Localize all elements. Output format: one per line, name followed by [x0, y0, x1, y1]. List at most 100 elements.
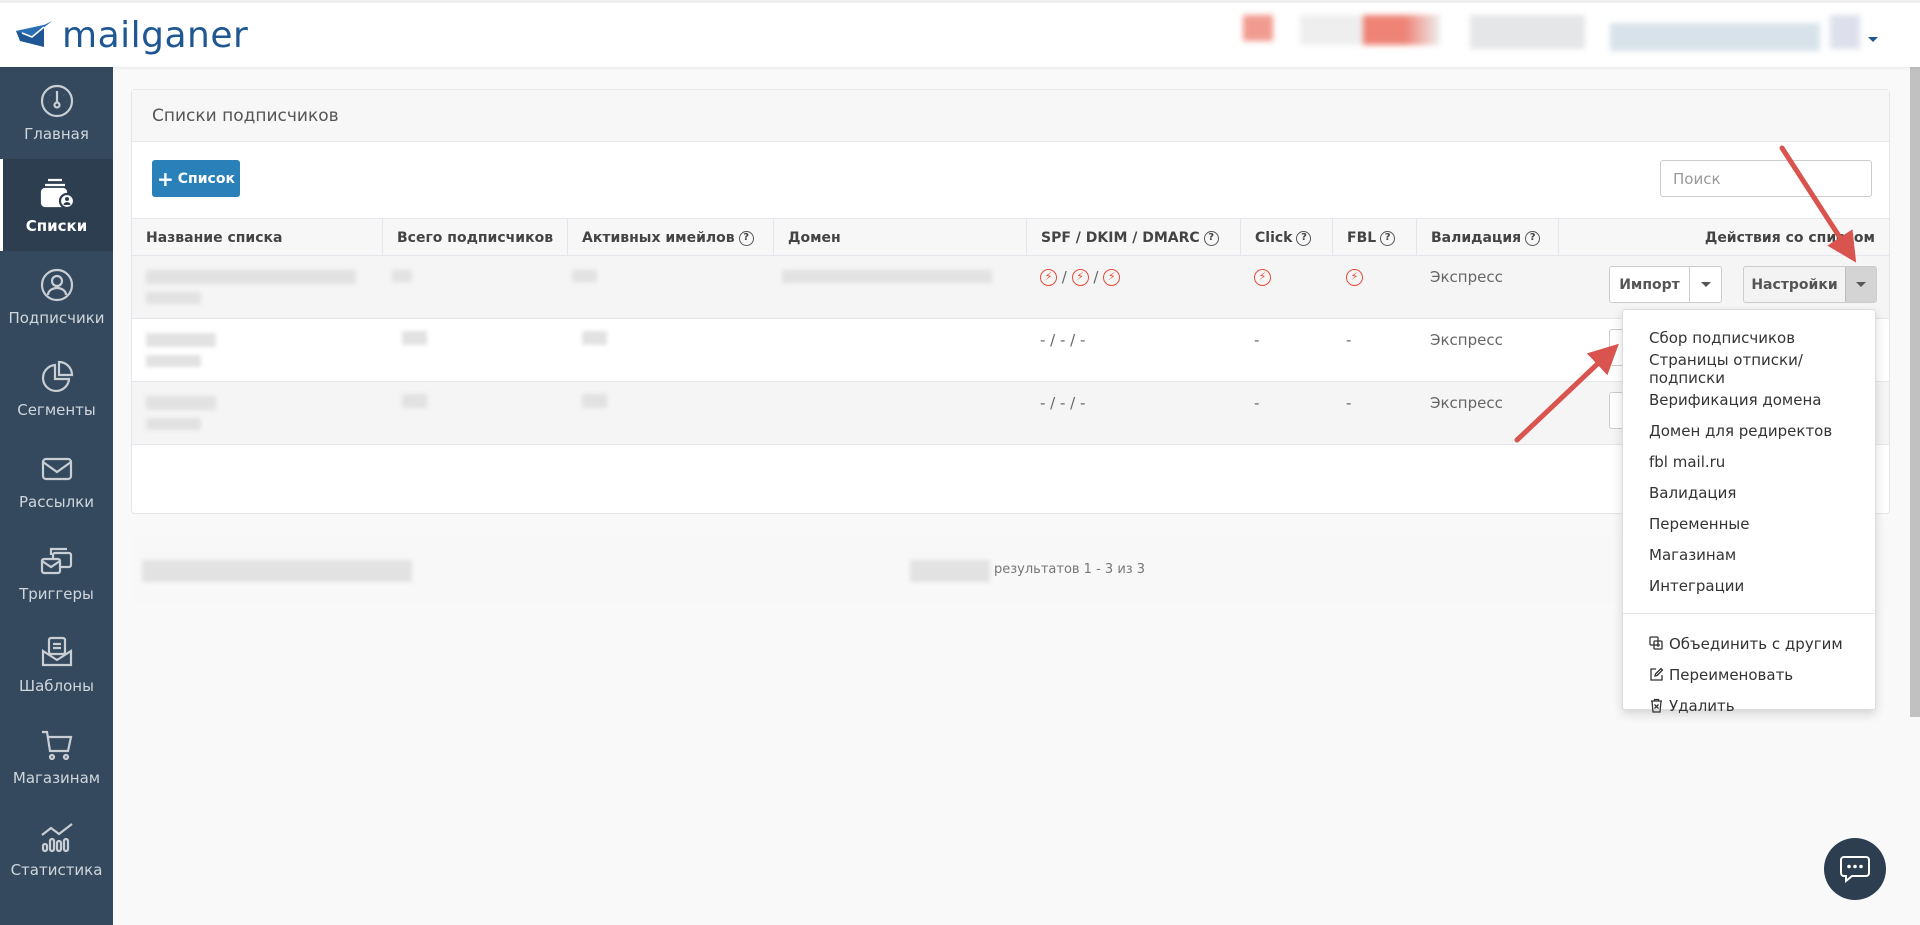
redacted-list-name [146, 355, 201, 367]
import-button[interactable]: Импорт [1610, 267, 1690, 302]
user-menu-caret-icon[interactable] [1868, 37, 1878, 42]
redacted-active [582, 394, 607, 408]
menu-item-delete[interactable]: Удалить [1623, 690, 1875, 721]
redacted-total [402, 331, 427, 345]
menu-item-unsubscribe-pages[interactable]: Страницы отписки/подписки [1623, 351, 1875, 387]
merge-icon [1649, 636, 1663, 650]
validation-value: Экспресс [1430, 331, 1503, 349]
redacted-list-name [146, 292, 201, 304]
redacted-list-name[interactable] [146, 270, 356, 284]
redacted-list-name[interactable] [146, 396, 216, 410]
sidebar-item-subscribers[interactable]: Подписчики [0, 251, 113, 343]
import-dropdown-toggle[interactable] [1690, 267, 1721, 302]
menu-item-redirect-domain[interactable]: Домен для редиректов [1623, 415, 1875, 446]
redacted-avatar[interactable] [1830, 15, 1860, 49]
chat-bubble-icon [1840, 856, 1870, 883]
redacted-pagination-prefix [910, 560, 990, 582]
menu-item-fbl-mailru[interactable]: fbl mail.ru [1623, 446, 1875, 477]
menu-item-subscriber-collection[interactable]: Сбор подписчиков [1623, 322, 1875, 353]
menu-item-variables[interactable]: Переменные [1623, 508, 1875, 539]
column-header-validation[interactable]: Валидация? [1417, 219, 1559, 257]
error-bolt-icon: ⚡ [1103, 269, 1121, 286]
plus-icon: + [157, 166, 174, 191]
settings-dropdown-menu: Сбор подписчиков Страницы отписки/подпис… [1622, 309, 1876, 715]
error-bolt-icon: ⚡ [1040, 269, 1057, 286]
column-header-actions: Действия со списком [1704, 230, 1875, 246]
menu-divider [1623, 613, 1875, 614]
template-icon [41, 636, 72, 667]
error-bolt-icon: ⚡ [1346, 269, 1363, 286]
click-status: - [1254, 331, 1260, 349]
menu-item-integrations[interactable]: Интеграции [1623, 570, 1875, 601]
help-icon[interactable]: ? [738, 230, 754, 246]
pagination-info: результатов 1 - 3 из 3 [994, 562, 1146, 577]
menu-item-domain-verification[interactable]: Верификация домена [1623, 384, 1875, 415]
dashboard-gauge-icon [40, 84, 73, 118]
import-button-group[interactable]: Импорт [1609, 266, 1722, 303]
panel-title: Списки подписчиков [152, 105, 339, 126]
redacted-user-menu[interactable] [1610, 23, 1820, 51]
menu-item-merge[interactable]: Объединить с другим [1623, 628, 1875, 659]
column-header-spf[interactable]: SPF / DKIM / DMARC? [1027, 219, 1241, 257]
column-header-active[interactable]: Активных имейлов? [568, 219, 774, 257]
top-header: mailganer [0, 0, 1920, 67]
settings-dropdown-toggle[interactable] [1846, 267, 1876, 302]
spf-dkim-dmarc-status: ⚡ / ⚡ / ⚡ [1040, 268, 1121, 286]
pie-chart-icon [41, 360, 73, 392]
help-icon[interactable]: ? [1296, 230, 1312, 246]
caret-down-icon [1700, 282, 1711, 287]
edit-icon [1650, 667, 1664, 681]
help-icon[interactable]: ? [1203, 230, 1219, 246]
sidebar-item-segments[interactable]: Сегменты [0, 343, 113, 435]
column-header-fbl[interactable]: FBL? [1333, 219, 1417, 257]
user-circle-icon [40, 268, 73, 302]
sidebar-item-templates[interactable]: Шаблоны [0, 619, 113, 711]
help-icon[interactable]: ? [1380, 230, 1396, 246]
redacted-header-info [1470, 15, 1585, 49]
menu-item-rename[interactable]: Переименовать [1623, 659, 1875, 690]
click-status: - [1254, 394, 1260, 412]
spf-dkim-dmarc-status: - / - / - [1040, 394, 1086, 412]
menu-item-validation[interactable]: Валидация [1623, 477, 1875, 508]
validation-value: Экспресс [1430, 394, 1503, 412]
redacted-total [392, 270, 412, 282]
statistics-icon [40, 823, 73, 853]
help-icon[interactable]: ? [1525, 230, 1541, 246]
trash-icon [1651, 698, 1662, 713]
sidebar-item-shops[interactable]: Магазинам [0, 711, 113, 803]
sidebar: Главная Списки Подписчики Сегменты Рассы… [0, 67, 113, 925]
add-list-button[interactable]: + Список [152, 160, 240, 197]
redacted-header-info [1243, 15, 1273, 41]
column-header-click[interactable]: Click? [1241, 219, 1333, 257]
sidebar-item-home[interactable]: Главная [0, 67, 113, 159]
redacted-page-size-selector[interactable] [142, 560, 412, 582]
page-scrollbar[interactable] [1910, 67, 1920, 717]
menu-item-shops[interactable]: Магазинам [1623, 539, 1875, 570]
redacted-list-name[interactable] [146, 333, 216, 347]
settings-button-group[interactable]: Настройки [1743, 266, 1877, 303]
chat-widget-button[interactable] [1824, 838, 1886, 900]
trigger-envelopes-icon [40, 547, 72, 575]
fbl-status: - [1346, 394, 1352, 412]
sidebar-item-statistics[interactable]: Статистика [0, 803, 113, 895]
table-header: Название списка Всего подписчиков Активн… [132, 218, 1889, 257]
sidebar-item-campaigns[interactable]: Рассылки [0, 435, 113, 527]
spf-dkim-dmarc-status: - / - / - [1040, 331, 1086, 349]
sidebar-item-triggers[interactable]: Триггеры [0, 527, 113, 619]
fbl-status: - [1346, 331, 1352, 349]
caret-down-icon [1856, 282, 1866, 287]
validation-value: Экспресс [1430, 268, 1503, 286]
envelope-icon [41, 457, 72, 481]
redacted-active [582, 331, 607, 345]
cart-icon [41, 730, 72, 761]
column-header-total[interactable]: Всего подписчиков [383, 219, 568, 257]
logo[interactable]: mailganer [14, 15, 248, 56]
column-header-domain[interactable]: Домен [774, 219, 1027, 257]
sidebar-item-lists[interactable]: Списки [0, 159, 113, 251]
error-bolt-icon: ⚡ [1254, 269, 1271, 286]
settings-button[interactable]: Настройки [1744, 267, 1846, 302]
column-header-name[interactable]: Название списка [132, 219, 383, 257]
redacted-header-info [1300, 15, 1440, 45]
lists-icon [40, 178, 75, 210]
search-input[interactable] [1660, 160, 1872, 197]
